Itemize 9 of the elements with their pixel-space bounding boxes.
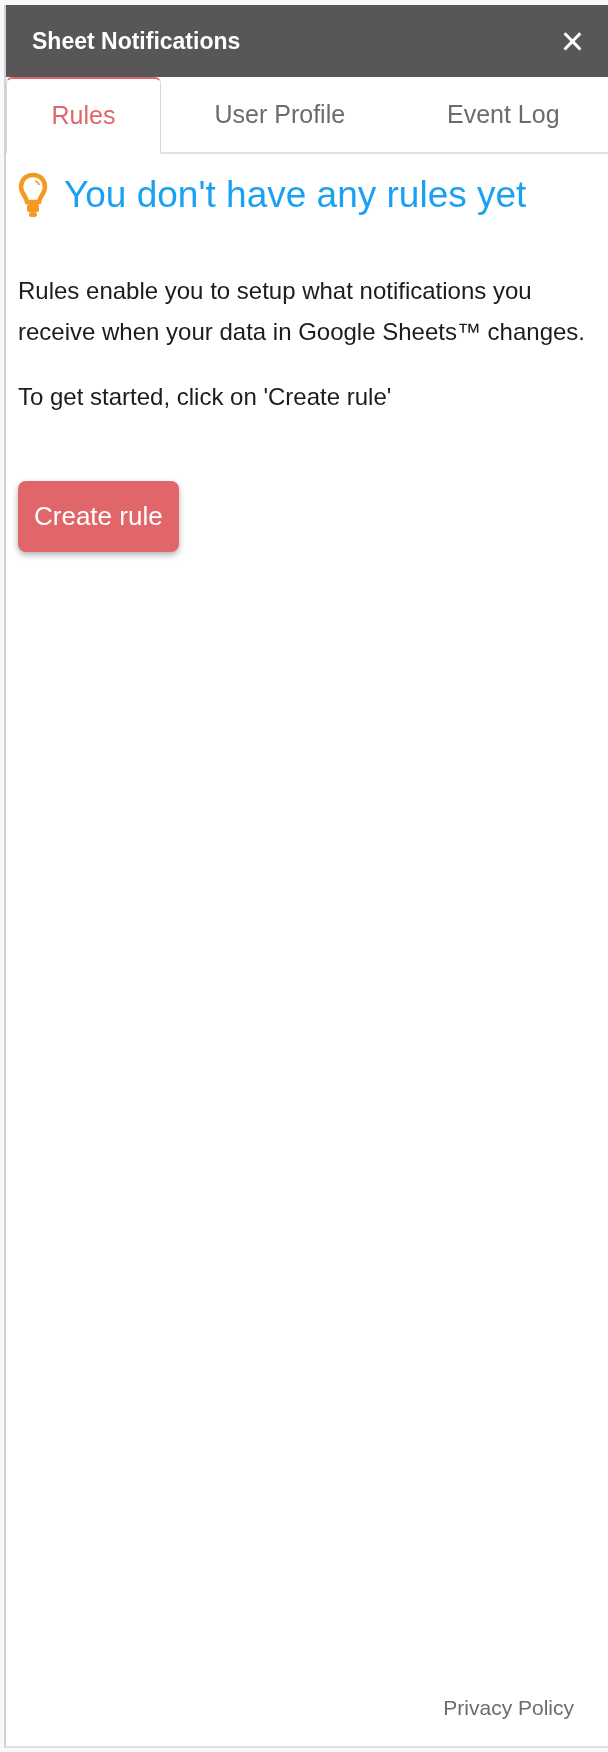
tab[interactable]: Rules [6,77,161,154]
window-title: Sheet Notifications [32,27,241,55]
close-button[interactable]: × [556,21,588,61]
lightbulb-icon [18,172,48,218]
description-text: Rules enable you to setup what notifications you receive when your data in Google Sheets™ changes. [18,276,586,347]
privacy-policy-link[interactable]: Privacy Policy [443,1696,574,1720]
create-rule-button[interactable]: Create rule [18,481,179,552]
description-text: To get started, click on 'Create rule' [18,382,393,412]
empty-state-heading: You don't have any rules yet [64,174,527,216]
